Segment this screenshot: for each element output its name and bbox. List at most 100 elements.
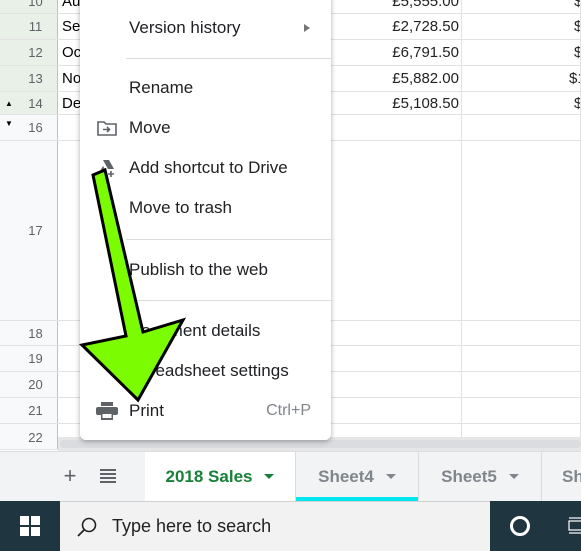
- cell-e[interactable]: [463, 346, 581, 371]
- cell-e-text: $1: [569, 70, 580, 87]
- menu-item-publish-to-web[interactable]: Publish to the web: [80, 252, 331, 288]
- windows-logo-icon: [20, 516, 40, 536]
- menu-separator: [126, 300, 331, 301]
- sheet-tab-label: Sheet5: [441, 466, 497, 486]
- menu-item-move[interactable]: Move: [80, 110, 331, 146]
- cell-a[interactable]: Se: [59, 14, 80, 39]
- menu-item-label: Add shortcut to Drive: [129, 158, 288, 177]
- task-view-icon[interactable]: [568, 517, 581, 535]
- cell-d[interactable]: [330, 372, 462, 397]
- menu-separator: [126, 58, 331, 59]
- cell-e[interactable]: $: [463, 0, 581, 13]
- cell-e[interactable]: [463, 321, 581, 345]
- cell-e[interactable]: [463, 372, 581, 397]
- menu-item-label: Document details: [129, 321, 261, 340]
- caret-down-icon[interactable]: [508, 474, 519, 479]
- cell-e[interactable]: [463, 115, 581, 140]
- row-header[interactable]: 20: [0, 372, 58, 397]
- row-header[interactable]: ▲ 14: [0, 92, 58, 114]
- drive-shortcut-icon: [96, 157, 118, 179]
- sheet-tab-label: Sheet4: [318, 466, 374, 486]
- folder-move-icon: [96, 117, 118, 139]
- menu-item-document-details[interactable]: Document details: [80, 313, 331, 349]
- start-button[interactable]: [0, 501, 60, 551]
- row-header[interactable]: 18: [0, 321, 58, 345]
- cell-e[interactable]: [463, 141, 581, 320]
- sheet-tab-label: 2018 Sales: [165, 466, 253, 486]
- caret-down-icon[interactable]: [385, 474, 396, 479]
- group-collapse-icon[interactable]: ▲: [5, 99, 13, 108]
- cell-d[interactable]: [330, 321, 462, 345]
- cell-e-text: $: [574, 0, 580, 10]
- sheet-tab-sheet5[interactable]: Sheet5: [419, 452, 542, 501]
- row-number: 16: [28, 120, 43, 135]
- scrollbar-thumb[interactable]: [60, 440, 581, 448]
- taskbar-search-box[interactable]: Type here to search: [60, 501, 490, 551]
- cell-e-text: $: [574, 95, 580, 112]
- row-header[interactable]: 21: [0, 398, 58, 423]
- row-header[interactable]: 10: [0, 0, 58, 13]
- cell-e[interactable]: $: [463, 14, 581, 39]
- search-icon: [77, 517, 97, 537]
- menu-item-move-to-trash[interactable]: Move to trash: [80, 190, 331, 226]
- add-sheet-button[interactable]: +: [58, 463, 82, 488]
- cell-a[interactable]: Au: [59, 0, 80, 13]
- row-header[interactable]: 11: [0, 14, 58, 39]
- row-header[interactable]: ▼ 16: [0, 115, 58, 140]
- sheet-tab-sheet4[interactable]: Sheet4: [296, 452, 419, 501]
- cell-d[interactable]: [330, 398, 462, 423]
- menu-item-version-history[interactable]: Version history: [80, 10, 331, 46]
- printer-icon: [96, 400, 118, 422]
- cell-e-text: $: [574, 44, 580, 61]
- file-menu: Version history Rename Move Add shortcut…: [80, 0, 331, 440]
- keyboard-shortcut: Ctrl+P: [266, 402, 311, 419]
- menu-item-spreadsheet-settings[interactable]: Spreadsheet settings: [80, 353, 331, 389]
- row-header[interactable]: 17: [0, 141, 58, 320]
- plus-icon: +: [63, 463, 77, 488]
- cell-d[interactable]: [330, 115, 462, 140]
- cell-e[interactable]: $1: [463, 66, 581, 91]
- cell-d[interactable]: £6,791.50: [330, 40, 462, 65]
- cell-d[interactable]: [330, 346, 462, 371]
- cell-a[interactable]: No: [59, 66, 81, 91]
- row-header[interactable]: 12: [0, 40, 58, 65]
- cell-e[interactable]: $: [463, 40, 581, 65]
- row-number: 14: [28, 95, 43, 111]
- menu-item-label: Version history: [129, 18, 241, 37]
- cell-d[interactable]: £5,882.00: [330, 66, 462, 91]
- group-expand-icon[interactable]: ▼: [5, 119, 13, 128]
- sheet-tab-partial[interactable]: Sh: [542, 452, 581, 501]
- cell-e-text: $: [574, 18, 580, 35]
- menu-separator: [126, 239, 331, 240]
- windows-taskbar: Type here to search: [0, 501, 581, 551]
- cell-a[interactable]: De: [59, 92, 81, 114]
- list-icon: [100, 469, 116, 483]
- cell-d[interactable]: [330, 141, 462, 320]
- cell-d[interactable]: £5,108.50: [330, 92, 462, 114]
- row-header[interactable]: 22: [0, 424, 58, 449]
- all-sheets-button[interactable]: [96, 464, 120, 488]
- row-header[interactable]: 13: [0, 66, 58, 91]
- menu-item-add-shortcut[interactable]: Add shortcut to Drive: [80, 150, 331, 186]
- cell-a[interactable]: Oc: [59, 40, 81, 65]
- menu-item-label: Rename: [129, 78, 194, 97]
- cell-e[interactable]: [463, 398, 581, 423]
- cortana-icon[interactable]: [510, 516, 530, 536]
- menu-item-label: Publish to the web: [129, 260, 268, 279]
- caret-down-icon[interactable]: [264, 474, 275, 479]
- row-header[interactable]: 19: [0, 346, 58, 371]
- cell-e[interactable]: $: [463, 92, 581, 114]
- menu-item-rename[interactable]: Rename: [80, 70, 331, 106]
- submenu-arrow-icon: [304, 24, 310, 32]
- menu-item-label: Move: [129, 118, 171, 137]
- menu-item-label: Move to trash: [129, 198, 232, 217]
- sheet-tab-label: Sh: [562, 466, 581, 486]
- screen: 10 Au £5,555.00 $ 11 Se £2,728.50 $ 12 O…: [0, 0, 581, 551]
- menu-item-label: Print: [129, 401, 164, 420]
- menu-item-print[interactable]: Print Ctrl+P: [80, 393, 331, 429]
- menu-item-label: Spreadsheet settings: [129, 361, 289, 380]
- cell-d[interactable]: £5,555.00: [330, 0, 462, 13]
- cell-d[interactable]: £2,728.50: [330, 14, 462, 39]
- sheet-tab-2018-sales[interactable]: 2018 Sales: [145, 452, 296, 501]
- search-placeholder: Type here to search: [112, 516, 272, 536]
